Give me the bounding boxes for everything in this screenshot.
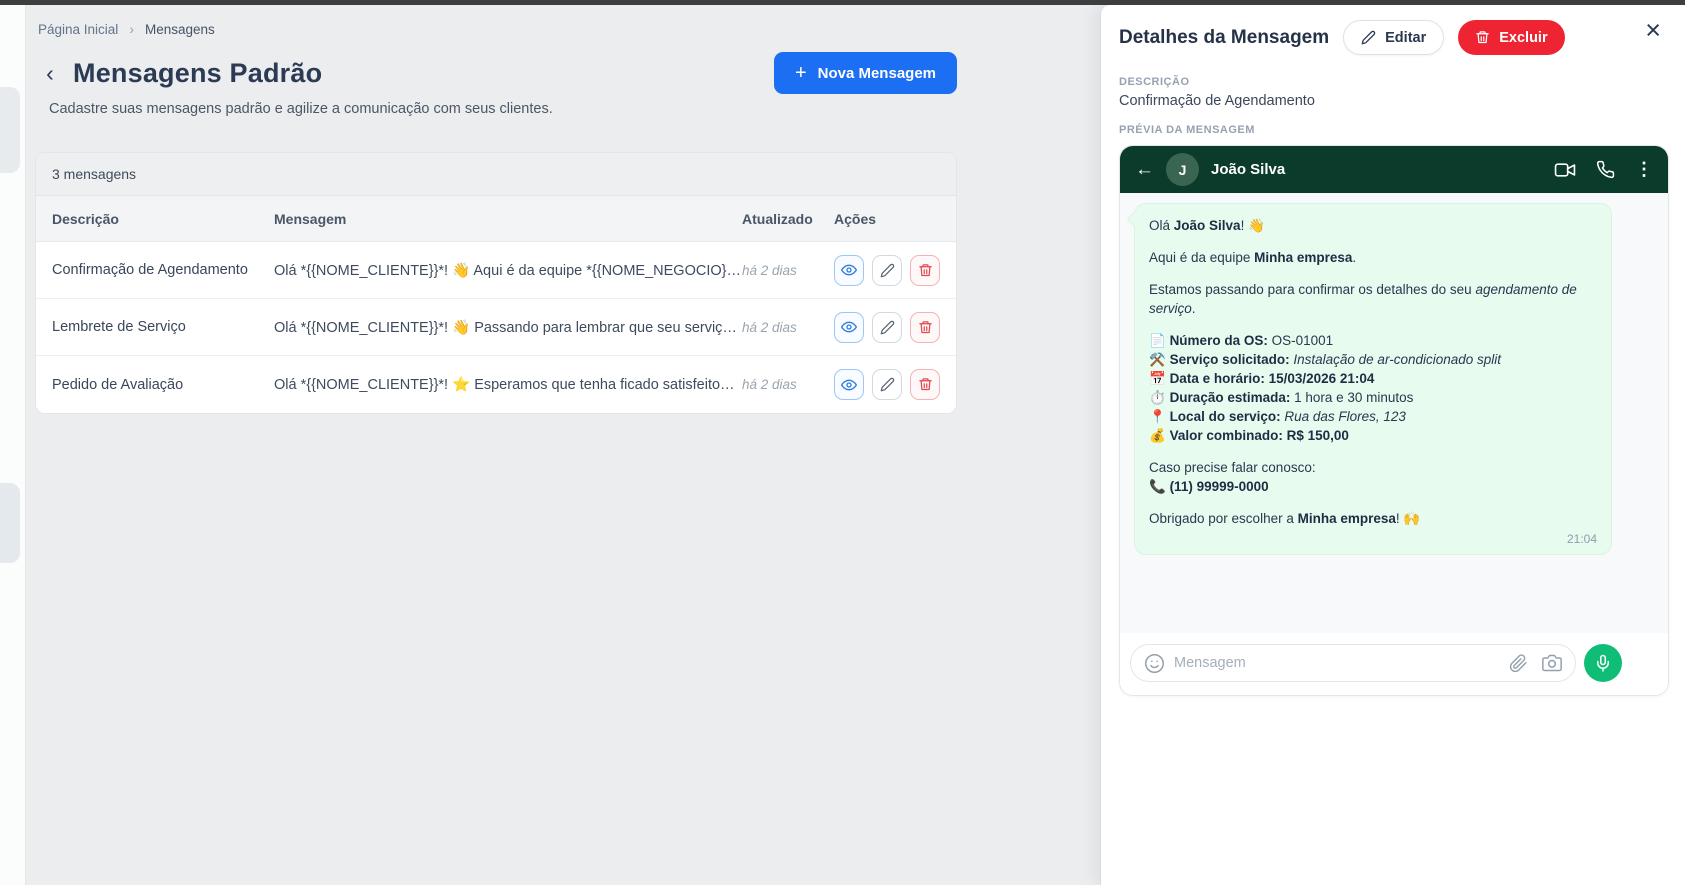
- details-title: Detalhes da Mensagem: [1119, 27, 1329, 49]
- chevron-left-icon: ‹: [46, 60, 54, 86]
- eye-icon: [841, 377, 857, 393]
- kebab-menu-icon[interactable]: ⋮: [1635, 159, 1653, 180]
- main-content: Página Inicial › Mensagens ‹ Mensagens P…: [26, 5, 1100, 885]
- avatar: J: [1166, 153, 1199, 186]
- whatsapp-preview: ← J João Silva ⋮ Olá João Silva! 👋Aqui é…: [1119, 145, 1669, 696]
- page-subtitle: Cadastre suas mensagens padrão e agilize…: [49, 101, 957, 117]
- row-updated: há 2 dias: [742, 377, 834, 392]
- input-placeholder: Mensagem: [1174, 655, 1500, 671]
- mic-button[interactable]: [1584, 644, 1622, 682]
- table-header: Descrição Mensagem Atualizado Ações: [36, 196, 956, 242]
- table-row[interactable]: Confirmação de Agendamento Olá *{{NOME_C…: [36, 242, 956, 299]
- sidebar-ghost-item: [0, 87, 20, 173]
- messages-count: 3 mensagens: [36, 153, 956, 196]
- pencil-icon: [880, 377, 895, 392]
- edit-button[interactable]: [872, 369, 902, 400]
- preview-label: PRÉVIA DA MENSAGEM: [1119, 124, 1665, 136]
- row-updated: há 2 dias: [742, 320, 834, 335]
- pencil-icon: [880, 263, 895, 278]
- chat-message-text: Olá João Silva! 👋Aqui é da equipe Minha …: [1149, 216, 1597, 528]
- camera-icon[interactable]: [1542, 653, 1562, 673]
- chevron-right-icon: ›: [129, 21, 134, 37]
- attach-icon[interactable]: [1509, 654, 1528, 673]
- chat-message-input[interactable]: Mensagem: [1130, 644, 1576, 682]
- row-description: Confirmação de Agendamento: [52, 262, 274, 278]
- microphone-icon: [1594, 654, 1612, 672]
- trash-icon: [918, 263, 933, 278]
- trash-icon: [918, 320, 933, 335]
- eye-icon: [841, 262, 857, 278]
- description-value: Confirmação de Agendamento: [1119, 93, 1665, 109]
- pencil-icon: [880, 320, 895, 335]
- messages-table-card: 3 mensagens Descrição Mensagem Atualizad…: [35, 152, 957, 414]
- back-button[interactable]: ‹: [35, 62, 65, 85]
- message-bubble: Olá João Silva! 👋Aqui é da equipe Minha …: [1134, 203, 1612, 555]
- trash-icon: [1475, 30, 1490, 45]
- trash-icon: [918, 377, 933, 392]
- video-call-icon[interactable]: [1554, 161, 1576, 179]
- message-details-panel: × Detalhes da Mensagem Editar Excluir DE…: [1100, 5, 1685, 885]
- view-button[interactable]: [834, 255, 864, 286]
- breadcrumb: Página Inicial › Mensagens: [35, 5, 957, 37]
- row-description: Lembrete de Serviço: [52, 319, 274, 335]
- table-row[interactable]: Pedido de Avaliação Olá *{{NOME_CLIENTE}…: [36, 356, 956, 413]
- edit-message-button[interactable]: Editar: [1343, 20, 1444, 55]
- top-window-strip: [0, 0, 1685, 5]
- chat-footer: Mensagem: [1120, 633, 1668, 695]
- delete-button[interactable]: [910, 255, 940, 286]
- plus-icon: +: [795, 63, 807, 83]
- collapsed-sidebar-rail[interactable]: [0, 5, 26, 885]
- row-description: Pedido de Avaliação: [52, 377, 274, 393]
- breadcrumb-home-link[interactable]: Página Inicial: [38, 22, 118, 37]
- delete-message-button[interactable]: Excluir: [1458, 20, 1564, 55]
- close-icon[interactable]: ×: [1645, 17, 1661, 44]
- message-timestamp: 21:04: [1149, 532, 1597, 546]
- chat-body: Olá João Silva! 👋Aqui é da equipe Minha …: [1120, 193, 1668, 633]
- contact-name: João Silva: [1211, 161, 1542, 178]
- delete-button[interactable]: [910, 369, 940, 400]
- row-updated: há 2 dias: [742, 263, 834, 278]
- description-label: DESCRIÇÃO: [1119, 76, 1665, 88]
- eye-icon: [841, 319, 857, 335]
- edit-button[interactable]: [872, 312, 902, 343]
- row-message-preview: Olá *{{NOME_CLIENTE}}*! 👋 Aqui é da equi…: [274, 262, 742, 279]
- sidebar-ghost-item: [0, 483, 20, 563]
- breadcrumb-current: Mensagens: [145, 22, 215, 37]
- chat-header: ← J João Silva ⋮: [1120, 146, 1668, 193]
- row-message-preview: Olá *{{NOME_CLIENTE}}*! 👋 Passando para …: [274, 319, 742, 336]
- column-header-actions: Ações: [834, 211, 940, 227]
- emoji-icon[interactable]: [1144, 653, 1165, 674]
- new-message-button[interactable]: + Nova Mensagem: [774, 52, 957, 94]
- row-message-preview: Olá *{{NOME_CLIENTE}}*! ⭐ Esperamos que …: [274, 376, 742, 393]
- table-body: Confirmação de Agendamento Olá *{{NOME_C…: [36, 242, 956, 413]
- edit-button[interactable]: [872, 255, 902, 286]
- pencil-icon: [1361, 30, 1376, 45]
- column-header-description: Descrição: [52, 211, 274, 227]
- delete-button[interactable]: [910, 312, 940, 343]
- view-button[interactable]: [834, 312, 864, 343]
- page-title: Mensagens Padrão: [73, 58, 322, 89]
- voice-call-icon[interactable]: [1596, 160, 1615, 179]
- column-header-updated: Atualizado: [742, 211, 834, 227]
- table-row[interactable]: Lembrete de Serviço Olá *{{NOME_CLIENTE}…: [36, 299, 956, 356]
- column-header-message: Mensagem: [274, 211, 742, 227]
- chat-back-arrow-icon[interactable]: ←: [1135, 160, 1154, 179]
- view-button[interactable]: [834, 369, 864, 400]
